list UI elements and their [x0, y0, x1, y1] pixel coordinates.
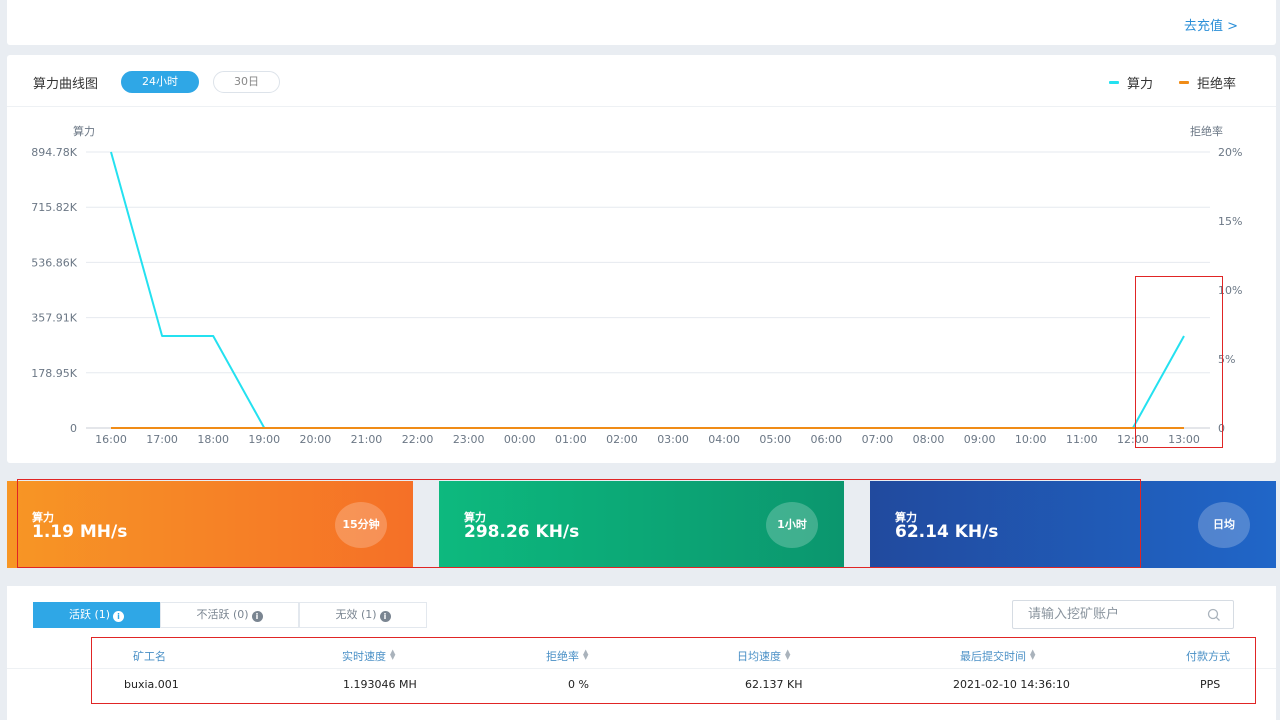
- cell-daily-speed: 62.137 KH: [745, 678, 803, 691]
- y-tick-right: 10%: [1218, 284, 1242, 297]
- cell-worker-name[interactable]: buxia.001: [124, 678, 179, 691]
- col-worker-name: 矿工名: [133, 648, 166, 664]
- y-tick-left: 715.82K: [31, 201, 77, 214]
- x-tick: 23:00: [453, 433, 485, 446]
- stat-value: 62.14 KH/s: [895, 522, 999, 542]
- search-icon[interactable]: [1207, 608, 1221, 622]
- tab-invalid[interactable]: 无效 (1) i: [299, 602, 427, 628]
- series-line: [110, 151, 1185, 429]
- account-search: [1012, 600, 1234, 629]
- col-label: 日均速度: [737, 650, 781, 663]
- x-tick: 06:00: [810, 433, 842, 446]
- col-label: 拒绝率: [546, 650, 579, 663]
- y-tick-left: 536.86K: [31, 256, 77, 269]
- y-tick-right: 5%: [1218, 353, 1235, 366]
- y-tick-left: 894.78K: [31, 146, 77, 159]
- x-tick: 16:00: [95, 433, 127, 446]
- tab-invalid-label: 无效 (1): [335, 608, 377, 621]
- x-tick: 13:00: [1168, 433, 1200, 446]
- x-tick: 17:00: [146, 433, 178, 446]
- cell-reject-rate: 0 %: [568, 678, 589, 691]
- y-tick-right: 15%: [1218, 215, 1242, 228]
- info-icon: i: [379, 611, 391, 622]
- x-tick: 05:00: [759, 433, 791, 446]
- x-tick: 03:00: [657, 433, 689, 446]
- period-badge: 日均: [1198, 502, 1250, 548]
- search-input[interactable]: [1028, 601, 1208, 628]
- info-icon: i: [251, 611, 263, 622]
- x-tick: 09:00: [964, 433, 996, 446]
- stat-card-1h: 算力 298.26 KH/s 1小时: [439, 481, 844, 568]
- y-tick-left: 357.91K: [31, 312, 77, 325]
- tab-inactive-label: 不活跃 (0): [196, 608, 249, 621]
- x-tick: 08:00: [913, 433, 945, 446]
- cell-realtime-speed: 1.193046 MH: [343, 678, 417, 691]
- header-divider: [7, 668, 1276, 669]
- x-tick: 04:00: [708, 433, 740, 446]
- stat-card-15min: 算力 1.19 MH/s 15分钟: [7, 481, 413, 568]
- y-axis-title-left: 算力: [73, 124, 95, 138]
- col-payment: 付款方式: [1186, 648, 1230, 664]
- stat-card-daily: 算力 62.14 KH/s 日均: [870, 481, 1276, 568]
- y-tick-right: 0: [1218, 422, 1225, 435]
- workers-card: 活跃 (1)i 不活跃 (0)i 无效 (1)i 矿工名 实时速度▲▼ 拒绝率▲…: [7, 586, 1276, 720]
- period-badge: 15分钟: [335, 502, 387, 548]
- x-tick: 02:00: [606, 433, 638, 446]
- x-tick: 11:00: [1066, 433, 1098, 446]
- col-label: 矿工名: [133, 650, 166, 663]
- col-last-submit[interactable]: 最后提交时间 ▲ ▼: [960, 648, 1035, 664]
- tab-inactive[interactable]: 不活跃 (0) i: [160, 602, 299, 628]
- x-tick: 00:00: [504, 433, 536, 446]
- sort-icon[interactable]: ▲ ▼: [583, 649, 588, 661]
- stat-value: 1.19 MH/s: [32, 522, 128, 542]
- col-daily-speed[interactable]: 日均速度 ▲ ▼: [737, 648, 790, 664]
- x-tick: 01:00: [555, 433, 587, 446]
- y-axis-title-right: 拒绝率: [1190, 124, 1223, 138]
- x-tick: 19:00: [248, 433, 280, 446]
- hashrate-line-chart: 894.78K 715.82K 536.86K 357.91K 178.95K 0 20% 1…: [31, 124, 1242, 446]
- x-tick: 21:00: [351, 433, 383, 446]
- stat-value: 298.26 KH/s: [464, 522, 580, 542]
- x-tick: 10:00: [1015, 433, 1047, 446]
- x-tick: 07:00: [862, 433, 894, 446]
- col-label: 实时速度: [342, 650, 386, 663]
- y-tick-right: 20%: [1218, 146, 1242, 159]
- cell-payment: PPS: [1200, 678, 1221, 691]
- sort-icon[interactable]: ▲ ▼: [785, 649, 790, 661]
- y-tick-left: 0: [70, 422, 77, 435]
- tab-active[interactable]: 活跃 (1) i: [33, 602, 160, 628]
- x-tick: 18:00: [197, 433, 229, 446]
- info-icon: i: [113, 611, 125, 622]
- x-tick: 22:00: [402, 433, 434, 446]
- sort-icon[interactable]: ▲ ▼: [1030, 649, 1035, 661]
- col-reject-rate[interactable]: 拒绝率 ▲ ▼: [546, 648, 588, 664]
- col-realtime-speed[interactable]: 实时速度 ▲ ▼: [342, 648, 395, 664]
- x-tick: 12:00: [1117, 433, 1149, 446]
- tab-active-label: 活跃 (1): [68, 608, 111, 621]
- x-tick: 20:00: [300, 433, 332, 446]
- period-badge: 1小时: [766, 502, 818, 548]
- sort-icon[interactable]: ▲ ▼: [390, 649, 395, 661]
- y-tick-left: 178.95K: [31, 367, 77, 380]
- col-label: 付款方式: [1186, 650, 1230, 663]
- col-label: 最后提交时间: [960, 650, 1026, 663]
- cell-last-submit: 2021-02-10 14:36:10: [953, 678, 1070, 691]
